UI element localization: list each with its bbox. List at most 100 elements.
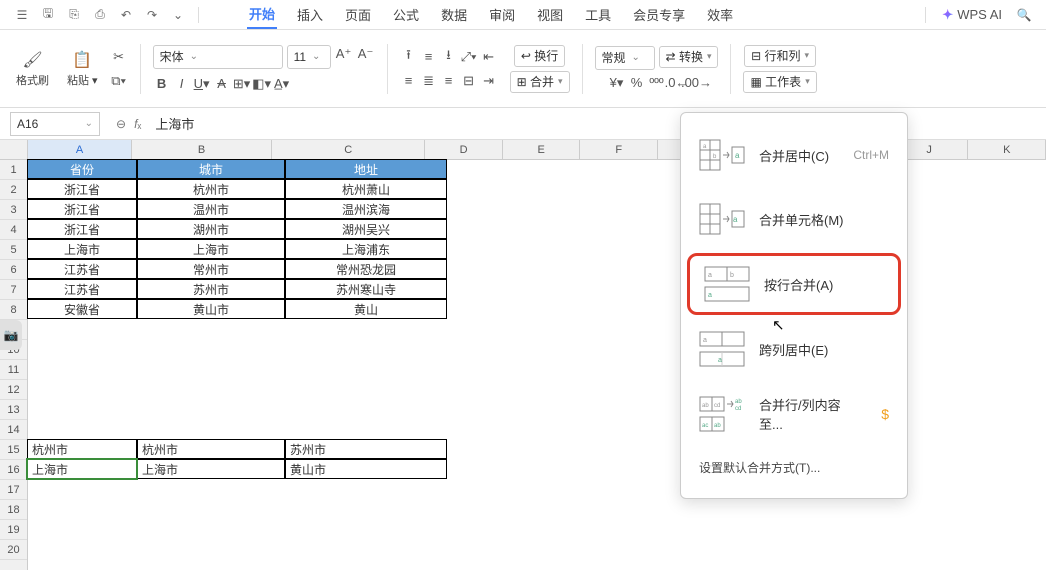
cell-A5[interactable]: 上海市 <box>27 239 137 259</box>
row-header-11[interactable]: 11 <box>0 360 27 380</box>
paste-button[interactable]: 📋 粘贴 ▾ <box>61 46 104 92</box>
bold-icon[interactable]: B <box>153 75 171 93</box>
cell-C16[interactable]: 黄山市 <box>285 459 447 479</box>
print-icon[interactable]: ⎙ <box>88 3 112 27</box>
cell-C4[interactable]: 湖州吴兴 <box>285 219 447 239</box>
save-icon[interactable]: 🖫 <box>36 3 60 27</box>
font-color-icon[interactable]: A̲▾ <box>273 75 291 93</box>
cell-A7[interactable]: 江苏省 <box>27 279 137 299</box>
wps-ai-button[interactable]: ✦ WPS AI <box>942 7 1002 23</box>
row-header-2[interactable]: 2 <box>0 180 27 200</box>
increase-font-icon[interactable]: A⁺ <box>335 45 353 63</box>
align-right-icon[interactable]: ≡ <box>440 72 458 90</box>
cell-A2[interactable]: 浙江省 <box>27 179 137 199</box>
column-header-E[interactable]: E <box>503 140 581 159</box>
merge-cells-item[interactable]: a 合并单元格(M) <box>681 187 907 251</box>
formula-input[interactable]: 上海市 <box>149 112 1046 136</box>
merge-content-item[interactable]: abcdabcdacab 合并行/列内容至... $ <box>681 381 907 447</box>
row-header-18[interactable]: 18 <box>0 500 27 520</box>
tab-member[interactable]: 会员专享 <box>631 1 687 28</box>
column-header-K[interactable]: K <box>968 140 1046 159</box>
column-header-B[interactable]: B <box>132 140 272 159</box>
cell-A4[interactable]: 浙江省 <box>27 219 137 239</box>
cell-B6[interactable]: 常州市 <box>137 259 285 279</box>
row-header-13[interactable]: 13 <box>0 400 27 420</box>
tab-efficiency[interactable]: 效率 <box>705 1 735 28</box>
row-header-4[interactable]: 4 <box>0 220 27 240</box>
cell-A1[interactable]: 省份 <box>27 159 137 179</box>
cell-C8[interactable]: 黄山 <box>285 299 447 319</box>
row-header-17[interactable]: 17 <box>0 480 27 500</box>
convert-button[interactable]: ⇄ 转换▾ <box>659 46 719 68</box>
cell-A6[interactable]: 江苏省 <box>27 259 137 279</box>
column-header-D[interactable]: D <box>425 140 503 159</box>
cell-C15[interactable]: 苏州市 <box>285 439 447 459</box>
merge-center-item[interactable]: aba 合并居中(C) Ctrl+M <box>681 123 907 187</box>
zoom-icon[interactable]: ⊖ <box>116 117 126 131</box>
row-header-1[interactable]: 1 <box>0 160 27 180</box>
cell-B7[interactable]: 苏州市 <box>137 279 285 299</box>
tab-view[interactable]: 视图 <box>535 1 565 28</box>
align-center-icon[interactable]: ≣ <box>420 72 438 90</box>
cell-B3[interactable]: 温州市 <box>137 199 285 219</box>
row-header-12[interactable]: 12 <box>0 380 27 400</box>
font-name-select[interactable]: 宋体⌄ <box>153 45 283 69</box>
tab-insert[interactable]: 插入 <box>295 1 325 28</box>
format-painter-button[interactable]: 🖌 格式刷 <box>10 46 55 92</box>
cell-B5[interactable]: 上海市 <box>137 239 285 259</box>
align-middle-icon[interactable]: ≡ <box>420 48 438 66</box>
wrap-button[interactable]: ↩ 换行 <box>514 45 565 67</box>
tab-page[interactable]: 页面 <box>343 1 373 28</box>
fill-color-icon[interactable]: ◧▾ <box>253 75 271 93</box>
cell-B2[interactable]: 杭州市 <box>137 179 285 199</box>
row-header-3[interactable]: 3 <box>0 200 27 220</box>
orientation-icon[interactable]: ⤢▾ <box>460 48 478 66</box>
tab-formula[interactable]: 公式 <box>391 1 421 28</box>
merge-settings-item[interactable]: 设置默认合并方式(T)... <box>681 447 907 488</box>
cell-B1[interactable]: 城市 <box>137 159 285 179</box>
number-format-select[interactable]: 常规⌄ <box>595 46 655 70</box>
row-header-14[interactable]: 14 <box>0 420 27 440</box>
row-header-6[interactable]: 6 <box>0 260 27 280</box>
row-header-7[interactable]: 7 <box>0 280 27 300</box>
cell-B8[interactable]: 黄山市 <box>137 299 285 319</box>
row-header-15[interactable]: 15 <box>0 440 27 460</box>
cell-A8[interactable]: 安徽省 <box>27 299 137 319</box>
cell-A3[interactable]: 浙江省 <box>27 199 137 219</box>
cell-A15[interactable]: 杭州市 <box>27 439 137 459</box>
increase-decimal-icon[interactable]: .00→ <box>688 74 706 92</box>
merge-across-item[interactable]: aba 按行合并(A) <box>690 256 898 312</box>
search-icon[interactable]: 🔍 <box>1012 3 1036 27</box>
align-bottom-icon[interactable]: ⭳ <box>440 48 458 66</box>
indent-left-icon[interactable]: ⇤ <box>480 48 498 66</box>
cell-A16[interactable]: 上海市 <box>27 459 137 479</box>
italic-icon[interactable]: I <box>173 75 191 93</box>
percent-icon[interactable]: % <box>628 74 646 92</box>
row-header-8[interactable]: 8 <box>0 300 27 320</box>
comma-icon[interactable]: ººº <box>648 74 666 92</box>
cut-icon[interactable]: ✂ <box>110 48 128 66</box>
indent-right-icon[interactable]: ⇥ <box>480 72 498 90</box>
decrease-font-icon[interactable]: A⁻ <box>357 45 375 63</box>
copy-icon[interactable]: ⧉▾ <box>110 72 128 90</box>
borders-icon[interactable]: ⊞▾ <box>233 75 251 93</box>
export-icon[interactable]: ⎘ <box>62 3 86 27</box>
column-header-A[interactable]: A <box>28 140 132 159</box>
currency-icon[interactable]: ¥▾ <box>608 74 626 92</box>
font-size-select[interactable]: 11⌄ <box>287 45 331 69</box>
row-header-20[interactable]: 20 <box>0 540 27 560</box>
merge-button[interactable]: ⊞ 合并▾ <box>510 71 570 93</box>
tab-start[interactable]: 开始 <box>247 0 277 29</box>
side-help-tab[interactable]: 📷 <box>0 320 22 350</box>
cell-C6[interactable]: 常州恐龙园 <box>285 259 447 279</box>
rowcol-button[interactable]: ⊟ 行和列▾ <box>744 45 816 67</box>
center-across-item[interactable]: aa 跨列居中(E) <box>681 317 907 381</box>
cell-B4[interactable]: 湖州市 <box>137 219 285 239</box>
strike-icon[interactable]: A <box>213 75 231 93</box>
cell-C3[interactable]: 温州滨海 <box>285 199 447 219</box>
redo-icon[interactable]: ↷ <box>140 3 164 27</box>
align-left-icon[interactable]: ≡ <box>400 72 418 90</box>
row-header-19[interactable]: 19 <box>0 520 27 540</box>
align-top-icon[interactable]: ⭱ <box>400 48 418 66</box>
cell-C1[interactable]: 地址 <box>285 159 447 179</box>
